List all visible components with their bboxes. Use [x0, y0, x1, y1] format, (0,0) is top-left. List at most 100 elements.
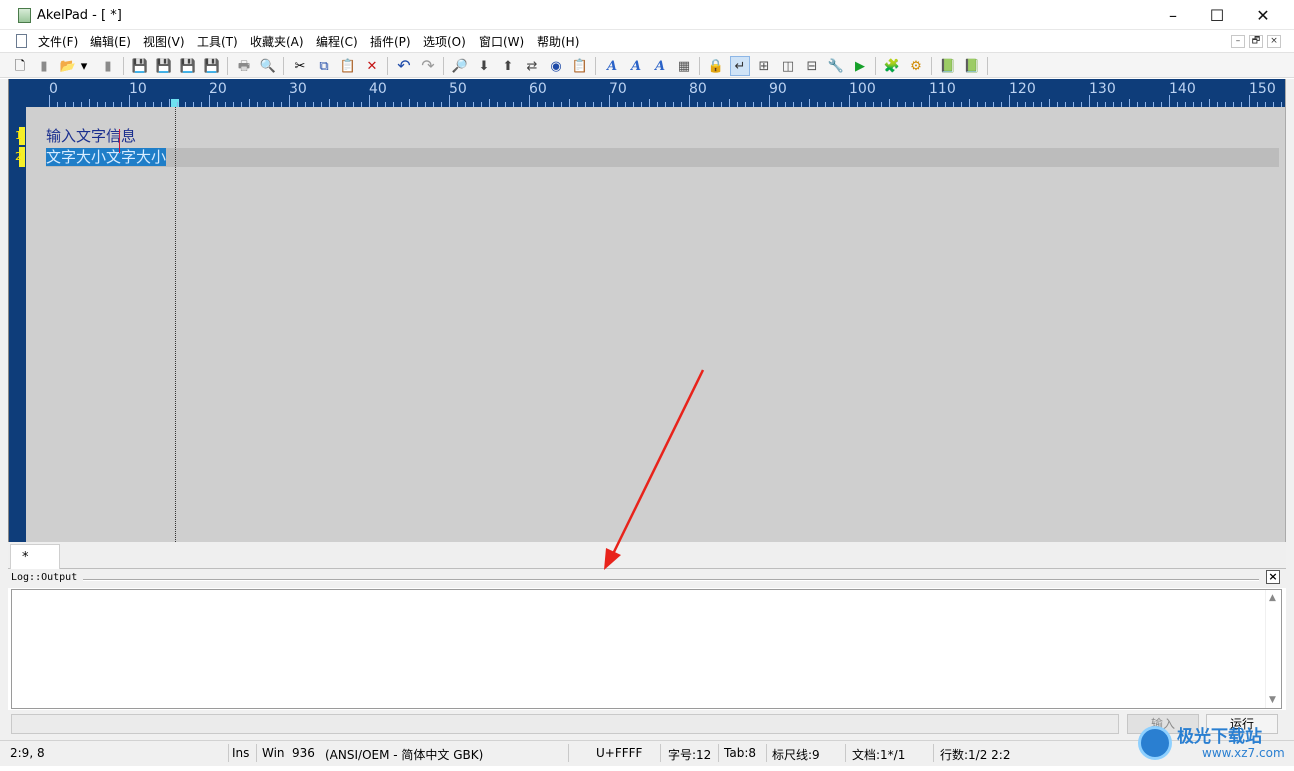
ruler-tick [753, 102, 754, 107]
log-panel-title: Log::Output [11, 572, 78, 583]
status-codepage[interactable]: 936 [292, 746, 315, 760]
ruler-tick [1113, 102, 1114, 107]
find-icon[interactable]: 🔎 [450, 56, 470, 76]
watermark-title: 极光下载站 [1177, 727, 1262, 747]
mdi-restore-button[interactable]: 🗗 [1249, 35, 1263, 48]
menu-favorites[interactable]: 收藏夹(A) [250, 33, 304, 50]
run-icon[interactable]: ▶ [850, 56, 870, 76]
command-input[interactable] [11, 714, 1119, 734]
ruler-tick [561, 102, 562, 107]
document-tab[interactable]: * [10, 544, 60, 569]
open-dropdown-icon[interactable]: ▾ [78, 56, 90, 76]
ruler-tick [417, 102, 418, 107]
status-encoding[interactable]: (ANSI/OEM - 简体中文 GBK) [325, 746, 483, 763]
ruler-tick [673, 102, 674, 107]
copy-icon[interactable]: ⧉ [314, 56, 334, 76]
open-folder-icon[interactable]: 📂 [58, 56, 78, 76]
save-icon[interactable]: 💾 [130, 56, 150, 76]
save-as-icon[interactable]: 💾 [154, 56, 174, 76]
column-ruler[interactable]: 0 10 20 30 40 50 60 70 80 90 100 110 120 130 140 150 [9, 79, 1285, 107]
title-bar: AkelPad - [ *] – ☐ ✕ [0, 0, 1294, 30]
reopen-icon[interactable]: ▮ [98, 56, 118, 76]
ruler-label: 30 [289, 81, 307, 97]
replace-icon[interactable]: ⇄ [522, 56, 542, 76]
menu-options[interactable]: 选项(O) [423, 33, 466, 50]
menu-file[interactable]: 文件(F) [38, 33, 78, 50]
scroll-down-icon[interactable]: ▼ [1269, 695, 1276, 705]
split-vertical-icon[interactable]: ◫ [778, 56, 798, 76]
editor-line[interactable]: 输入文字信息 [46, 127, 136, 146]
selected-text[interactable]: 文字大小文字大小 [46, 148, 167, 166]
new-file-icon[interactable]: 🗋 [10, 56, 30, 76]
log-close-icon[interactable]: × [1266, 570, 1280, 584]
mdi-close-button[interactable]: × [1267, 35, 1281, 48]
menu-help[interactable]: 帮助(H) [537, 33, 579, 50]
status-char-code: U+FFFF [596, 746, 643, 760]
ruler-tick [161, 102, 162, 107]
plugins-icon[interactable]: 🧩 [882, 56, 902, 76]
redo-icon[interactable]: ↷ [418, 56, 438, 76]
save-all-icon[interactable]: 💾 [178, 56, 198, 76]
ruler-tick [969, 99, 970, 107]
menu-window[interactable]: 窗口(W) [479, 33, 524, 50]
ruler-tick [225, 102, 226, 107]
log-output-area[interactable]: ▲ ▼ [11, 589, 1282, 709]
clipboard-icon[interactable]: 📋 [570, 56, 590, 76]
save-session-icon[interactable]: 💾 [202, 56, 222, 76]
split-window-icon[interactable]: ⊞ [754, 56, 774, 76]
akelpad-app-icon [18, 8, 31, 23]
print-preview-icon[interactable]: 🔍 [258, 56, 278, 76]
toolbar-separator [283, 57, 284, 75]
ruler-label: 60 [529, 81, 547, 97]
maximize-button[interactable]: ☐ [1194, 0, 1240, 30]
delete-icon[interactable]: ✕ [362, 56, 382, 76]
scripts-icon[interactable]: 📗 [962, 56, 982, 76]
document-icon[interactable] [16, 34, 27, 48]
mdi-minimize-button[interactable]: – [1231, 35, 1245, 48]
minimize-button[interactable]: – [1150, 0, 1196, 30]
menu-coder[interactable]: 编程(C) [316, 33, 358, 50]
notes-icon[interactable]: 📗 [938, 56, 958, 76]
split-horizontal-icon[interactable]: ⊟ [802, 56, 822, 76]
cut-icon[interactable]: ✂ [290, 56, 310, 76]
settings-wrench-icon[interactable]: 🔧 [826, 56, 846, 76]
menu-view[interactable]: 视图(V) [143, 33, 185, 50]
font-icon[interactable]: A [602, 56, 622, 76]
ruler-tick [1185, 102, 1186, 107]
status-newline[interactable]: Win [262, 746, 285, 760]
word-wrap-icon[interactable]: ↵ [730, 56, 750, 76]
ruler-tick [425, 102, 426, 107]
print-icon[interactable]: 🖶 [234, 56, 254, 76]
find-previous-icon[interactable]: ⬆ [498, 56, 518, 76]
log-scrollbar[interactable]: ▲ ▼ [1265, 590, 1281, 708]
font-larger-icon[interactable]: A [626, 56, 646, 76]
read-only-icon[interactable]: 🔒 [706, 56, 726, 76]
editor-area[interactable]: 0 10 20 30 40 50 60 70 80 90 100 110 120 130 140 150 1 … [8, 79, 1286, 542]
status-insert-mode[interactable]: Ins [232, 746, 249, 760]
font-smaller-icon[interactable]: A [650, 56, 670, 76]
new-window-icon[interactable]: ▮ [34, 56, 54, 76]
find-next-icon[interactable]: ⬇ [474, 56, 494, 76]
menu-tools[interactable]: 工具(T) [197, 33, 238, 50]
paste-icon[interactable]: 📋 [338, 56, 358, 76]
options-gear-icon[interactable]: ⚙ [906, 56, 926, 76]
ruler-tick [681, 102, 682, 107]
color-scheme-icon[interactable]: ▦ [674, 56, 694, 76]
editor-line-selected[interactable]: 文字大小文字大小 [46, 148, 167, 167]
status-separator [766, 744, 767, 762]
toolbar-separator [699, 57, 700, 75]
status-caret-position[interactable]: 2:9, 8 [10, 746, 45, 760]
menu-edit[interactable]: 编辑(E) [90, 33, 131, 50]
status-tab-size[interactable]: Tab:8 [724, 746, 756, 760]
status-font-size[interactable]: 字号:12 [668, 746, 711, 763]
status-ruler-line[interactable]: 标尺线:9 [772, 746, 820, 763]
undo-icon[interactable]: ↶ [394, 56, 414, 76]
go-to-icon[interactable]: ◉ [546, 56, 566, 76]
ruler-label: 80 [689, 81, 707, 97]
toolbar-separator [227, 57, 228, 75]
ruler-tick [521, 102, 522, 107]
scroll-up-icon[interactable]: ▲ [1269, 593, 1276, 603]
close-button[interactable]: ✕ [1240, 0, 1286, 30]
toolbar-separator [931, 57, 932, 75]
menu-plugins[interactable]: 插件(P) [370, 33, 411, 50]
